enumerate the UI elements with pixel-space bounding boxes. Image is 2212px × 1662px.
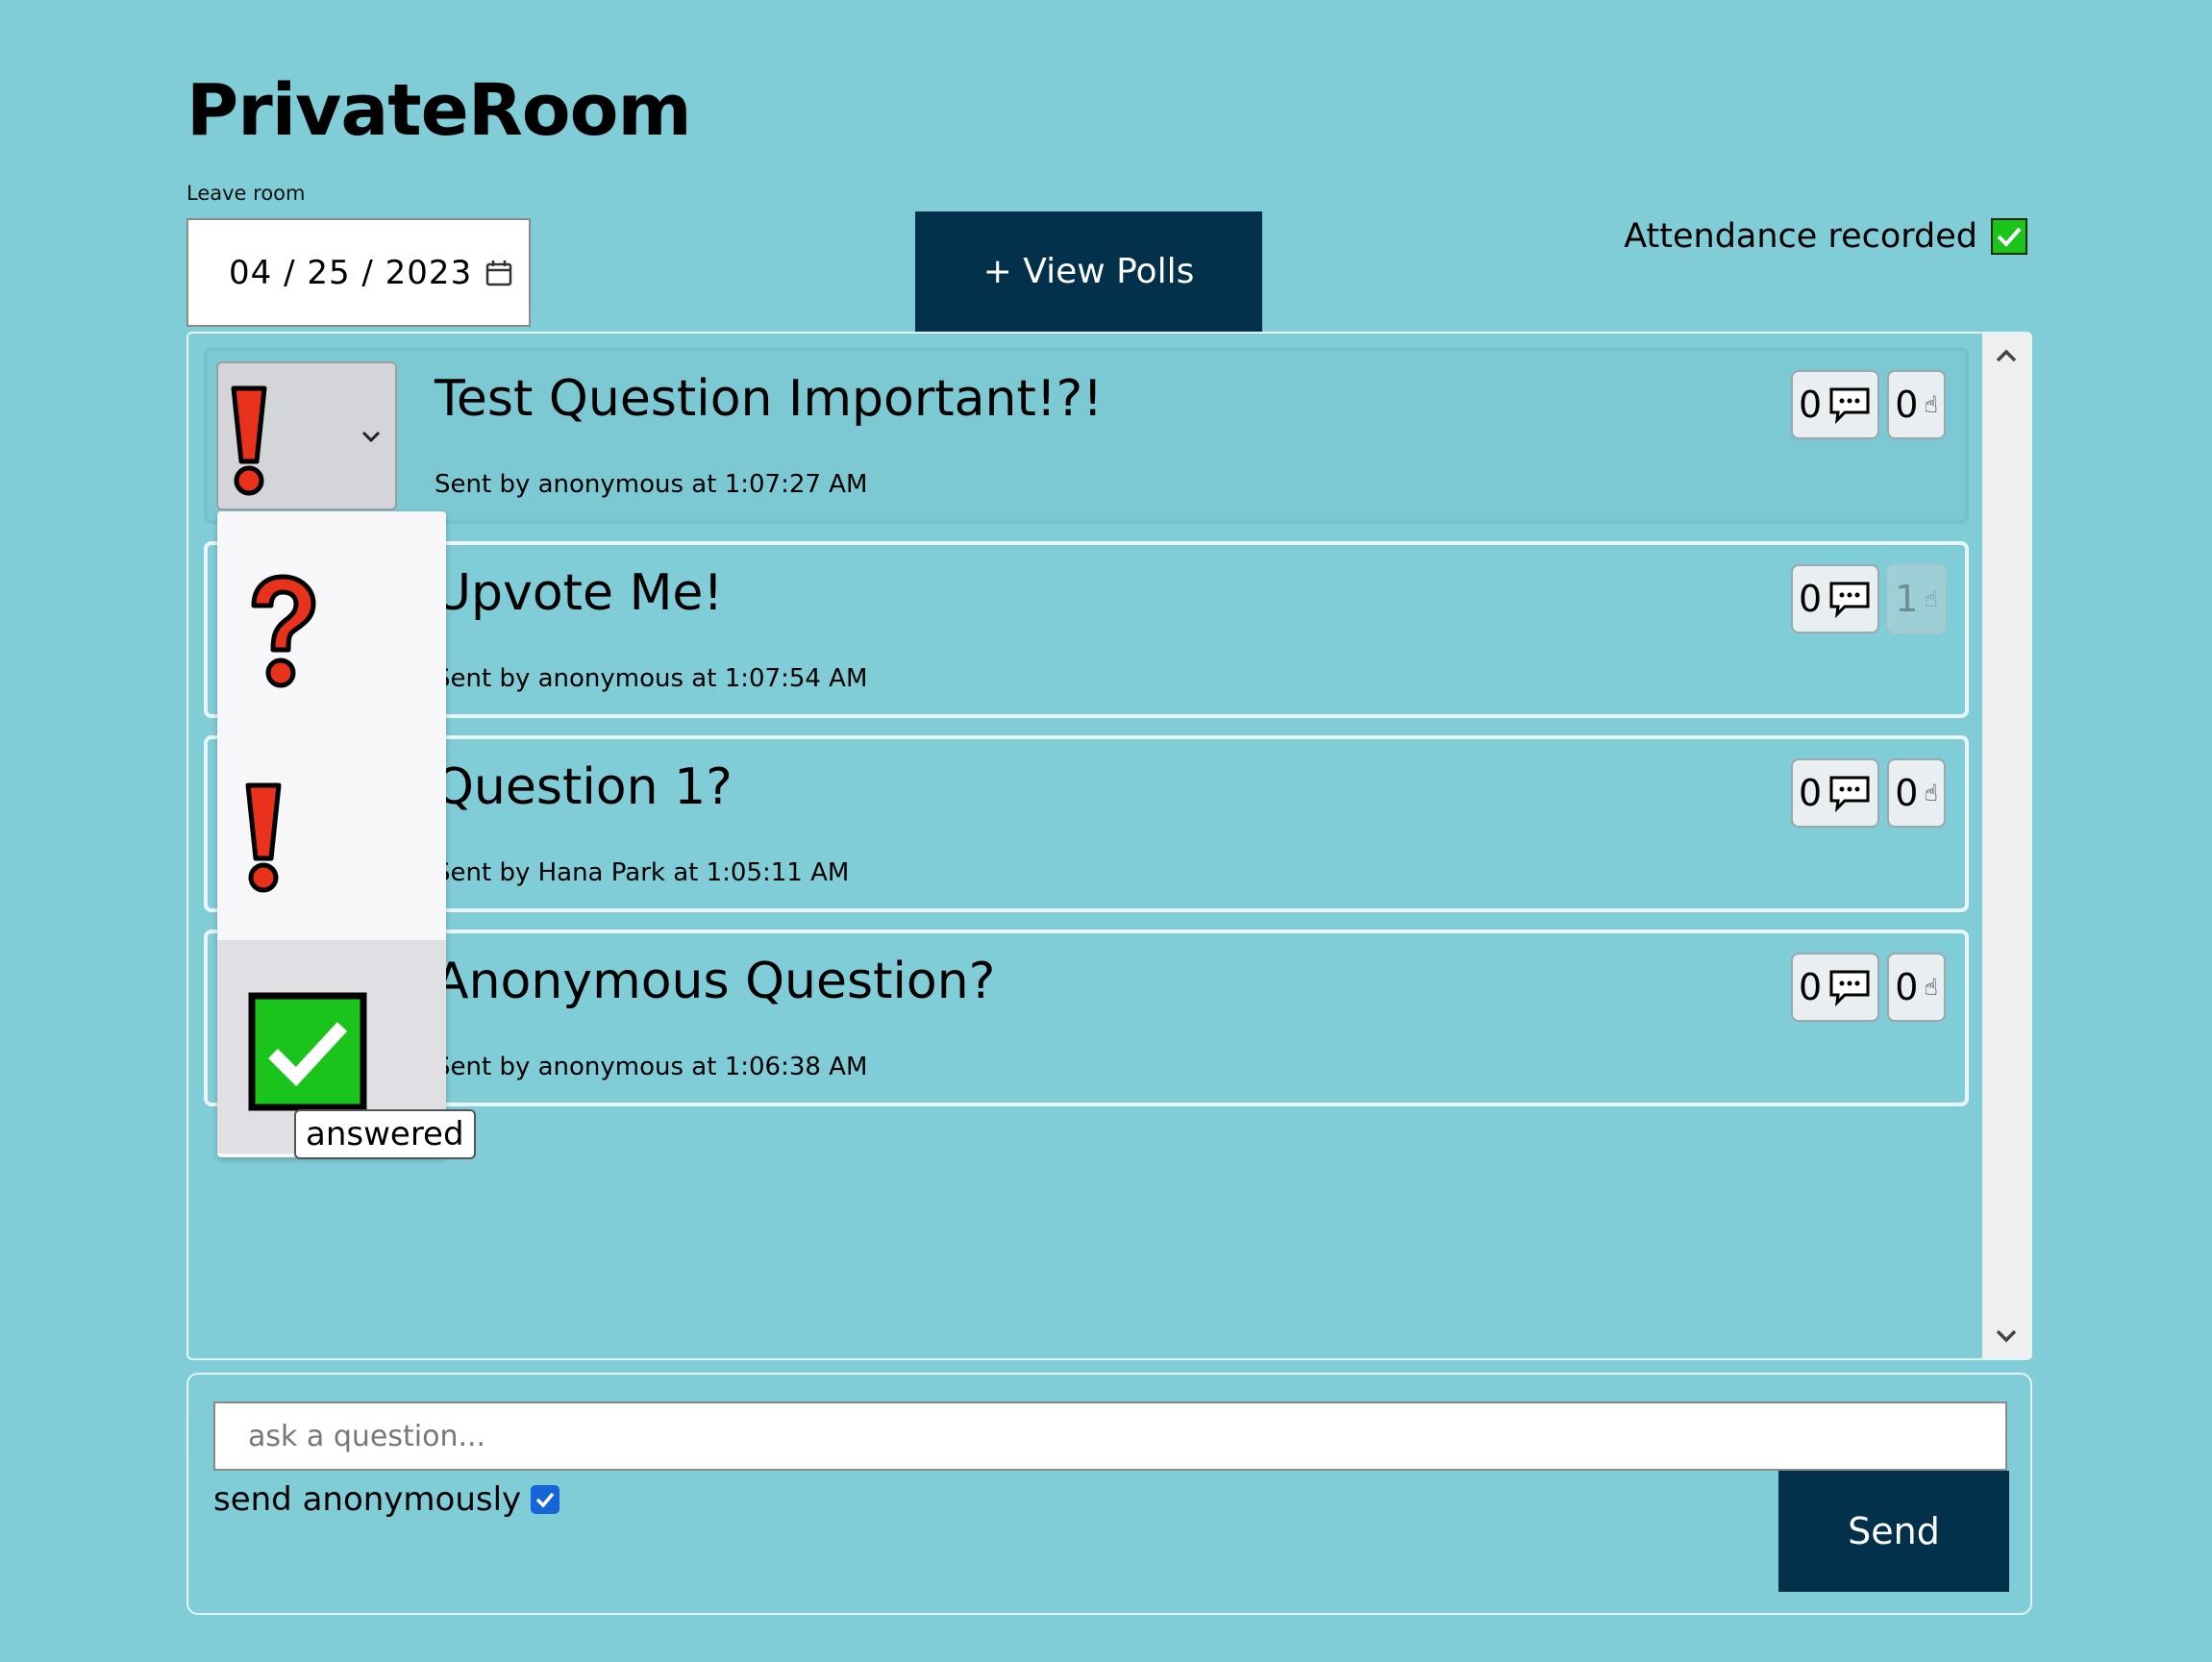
question-counters: 0 1 ☝ <box>1791 564 1946 633</box>
exclamation-icon <box>245 782 282 893</box>
question-item[interactable]: Anonymous Question? Sent by anonymous at… <box>204 930 1969 1106</box>
date-value: 04 / 25 / 2023 <box>229 253 473 292</box>
comment-count: 0 <box>1799 966 1823 1008</box>
attendance-status: Attendance recorded <box>1624 217 2027 256</box>
scroll-down-icon[interactable] <box>1994 1324 2019 1349</box>
anonymous-checkbox[interactable] <box>531 1485 560 1514</box>
upvote-count: 0 <box>1895 966 1919 1008</box>
question-counters: 0 0 ☝ <box>1791 953 1946 1022</box>
question-meta: Sent by Hana Park at 1:05:11 AM <box>435 858 850 887</box>
question-title: Anonymous Question? <box>435 953 996 1010</box>
scroll-up-icon[interactable] <box>1994 343 2019 368</box>
view-polls-button[interactable]: + View Polls <box>915 211 1262 332</box>
question-item[interactable]: Question 1? Sent by Hana Park at 1:05:11… <box>204 735 1969 912</box>
comment-counter[interactable]: 0 <box>1791 758 1880 828</box>
anonymous-toggle[interactable]: send anonymously <box>213 1480 560 1519</box>
upvote-counter[interactable]: 0 ☝ <box>1887 953 1946 1022</box>
question-mark-icon <box>251 574 316 688</box>
question-counters: 0 0 ☝ <box>1791 758 1946 828</box>
raised-hand-icon: ☝ <box>1924 391 1938 418</box>
question-meta: Sent by anonymous at 1:07:54 AM <box>435 664 868 693</box>
raised-hand-icon: ☝ <box>1924 974 1938 1001</box>
attendance-label: Attendance recorded <box>1624 217 1977 256</box>
comment-count: 0 <box>1799 578 1823 620</box>
send-button[interactable]: Send <box>1778 1471 2009 1592</box>
question-item[interactable]: Test Question Important!?! Sent by anony… <box>204 347 1969 524</box>
speech-bubble-icon <box>1829 776 1870 812</box>
room-title: PrivateRoom <box>186 69 692 152</box>
upvote-counter[interactable]: 1 ☝ <box>1887 564 1946 633</box>
date-picker[interactable]: 04 / 25 / 2023 <box>186 218 531 327</box>
upvote-counter[interactable]: 0 ☝ <box>1887 758 1946 828</box>
question-counters: 0 0 ☝ <box>1791 370 1946 439</box>
comment-counter[interactable]: 0 <box>1791 953 1880 1022</box>
comment-counter[interactable]: 0 <box>1791 564 1880 633</box>
speech-bubble-icon <box>1829 387 1870 424</box>
question-title: Question 1? <box>435 758 733 816</box>
question-title: Upvote Me! <box>435 564 724 622</box>
comment-count: 0 <box>1799 772 1823 814</box>
comment-counter[interactable]: 0 <box>1791 370 1880 439</box>
speech-bubble-icon <box>1829 970 1870 1006</box>
upvote-count: 0 <box>1895 384 1919 426</box>
speech-bubble-icon <box>1829 582 1870 618</box>
question-meta: Sent by anonymous at 1:06:38 AM <box>435 1053 868 1081</box>
calendar-icon[interactable] <box>485 260 512 286</box>
attendance-check-icon <box>1991 218 2027 255</box>
raised-hand-icon: ☝ <box>1924 585 1938 612</box>
scrollbar[interactable] <box>1982 334 2030 1358</box>
raised-hand-icon: ☝ <box>1924 780 1938 806</box>
status-option-question[interactable] <box>217 511 446 705</box>
status-dropdown[interactable] <box>217 511 446 1157</box>
upvote-count: 0 <box>1895 772 1919 814</box>
question-list[interactable]: Test Question Important!?! Sent by anony… <box>186 332 2032 1360</box>
exclamation-icon <box>231 385 267 496</box>
question-meta: Sent by anonymous at 1:07:27 AM <box>435 470 868 499</box>
comment-count: 0 <box>1799 384 1823 426</box>
question-item[interactable]: Upvote Me! Sent by anonymous at 1:07:54 … <box>204 541 1969 718</box>
question-composer: send anonymously Send <box>186 1373 2032 1615</box>
answered-check-icon <box>248 992 367 1111</box>
leave-room-link[interactable]: Leave room <box>186 182 305 205</box>
question-title: Test Question Important!?! <box>435 370 1104 428</box>
upvote-count: 1 <box>1895 578 1919 620</box>
upvote-counter[interactable]: 0 ☝ <box>1887 370 1946 439</box>
question-input[interactable] <box>213 1402 2007 1471</box>
status-option-important[interactable] <box>217 705 446 898</box>
status-select[interactable] <box>216 361 397 510</box>
anonymous-label: send anonymously <box>213 1480 522 1519</box>
chevron-down-icon <box>361 431 381 443</box>
status-tooltip: answered <box>294 1109 476 1159</box>
